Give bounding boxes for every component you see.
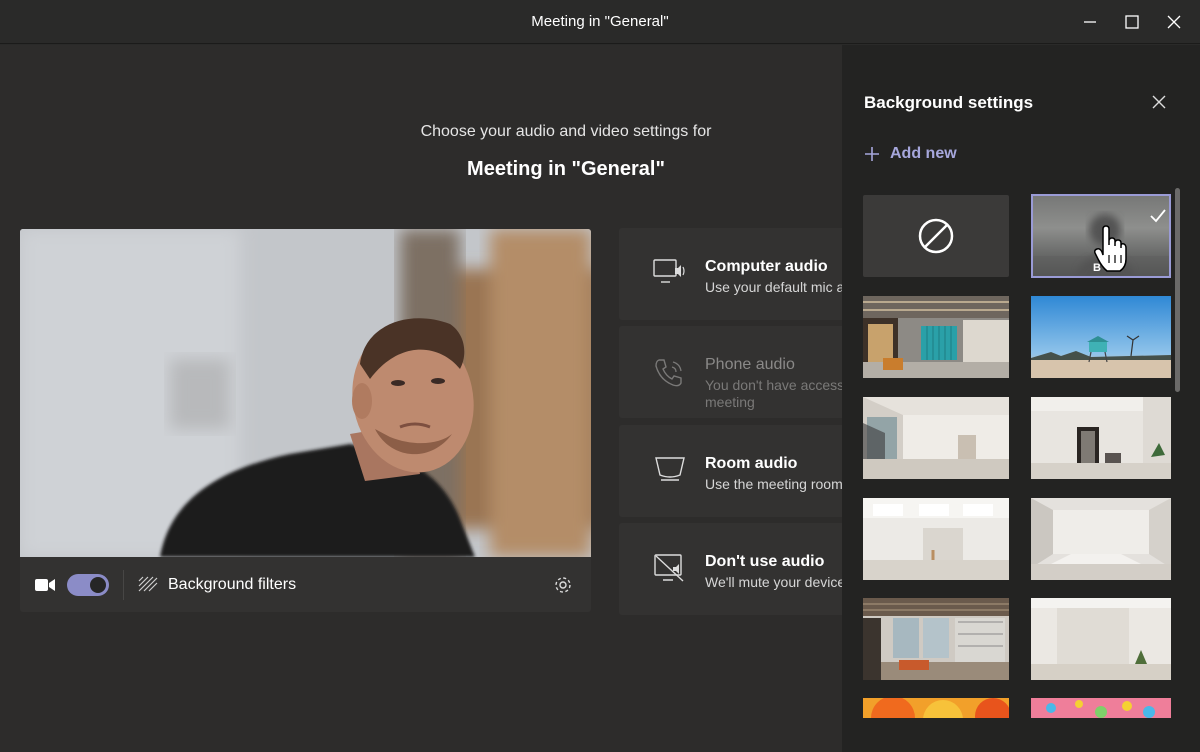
divider bbox=[123, 569, 124, 600]
camera-feed-person bbox=[20, 229, 591, 557]
plus-icon bbox=[865, 147, 879, 161]
close-panel-button[interactable] bbox=[1146, 89, 1172, 115]
room-audio-icon bbox=[653, 455, 687, 490]
background-thumbnail bbox=[863, 498, 1009, 580]
audio-option-description: You don't have access to phone audio for… bbox=[705, 377, 842, 411]
audio-option-phone: Phone audio You don't have access to pho… bbox=[619, 326, 842, 418]
no-audio-icon bbox=[653, 553, 687, 590]
settings-prompt: Choose your audio and video settings for bbox=[420, 123, 712, 140]
background-thumbnail bbox=[1031, 598, 1171, 680]
background-thumbnail bbox=[1031, 698, 1171, 718]
panel-scrollbar[interactable] bbox=[1175, 188, 1180, 392]
no-background-icon bbox=[918, 218, 954, 254]
settings-gear-icon[interactable] bbox=[553, 575, 573, 595]
background-option-white-room-window[interactable] bbox=[863, 397, 1009, 479]
background-thumbnail bbox=[863, 397, 1009, 479]
background-option-orange-spheres[interactable] bbox=[863, 698, 1009, 718]
prejoin-screen: Choose your audio and video settings for… bbox=[0, 45, 842, 752]
background-thumbnail bbox=[1031, 498, 1171, 580]
background-thumbnail bbox=[863, 296, 1009, 378]
audio-option-label: Computer audio bbox=[705, 258, 828, 275]
close-icon bbox=[1152, 95, 1166, 109]
background-option-beach-lifeguard-tower[interactable] bbox=[1031, 296, 1171, 378]
video-preview-card: Background filters bbox=[20, 229, 591, 612]
audio-option-label: Phone audio bbox=[705, 356, 795, 373]
title-bar: Meeting in "General" bbox=[0, 0, 1200, 44]
background-option-none[interactable] bbox=[863, 195, 1009, 277]
toggle-knob bbox=[90, 576, 106, 593]
meeting-title: Meeting in "General" bbox=[467, 158, 665, 180]
background-option-white-room-mirror[interactable] bbox=[1031, 397, 1171, 479]
phone-audio-icon bbox=[653, 356, 687, 395]
background-option-office-lockers[interactable] bbox=[863, 296, 1009, 378]
hand-pointer-icon bbox=[1093, 225, 1127, 278]
background-thumbnail bbox=[1031, 296, 1171, 378]
audio-option-description: Use the meeting room's audio bbox=[705, 476, 842, 492]
background-thumbnail bbox=[863, 698, 1009, 718]
close-window-button[interactable] bbox=[1154, 0, 1194, 44]
computer-audio-icon bbox=[653, 258, 687, 293]
background-settings-panel: Background settings Add new B bbox=[842, 45, 1200, 752]
audio-option-label: Don't use audio bbox=[705, 553, 825, 570]
audio-option-none[interactable]: Don't use audio We'll mute your device bbox=[619, 523, 842, 615]
background-option-white-studio[interactable] bbox=[1031, 498, 1171, 580]
minimize-icon bbox=[1084, 21, 1096, 23]
camera-toggle[interactable] bbox=[67, 573, 109, 596]
window-title: Meeting in "General" bbox=[531, 13, 669, 30]
camera-preview bbox=[20, 229, 591, 557]
background-filters-button[interactable]: Background filters bbox=[168, 576, 296, 594]
audio-option-description: Use your default mic and speakers bbox=[705, 279, 842, 295]
audio-option-room[interactable]: Room audio Use the meeting room's audio bbox=[619, 425, 842, 517]
background-option-colorful-balls[interactable] bbox=[1031, 698, 1171, 718]
audio-option-description-line1: You don't have access to phone audio for… bbox=[705, 377, 842, 393]
background-filters-icon bbox=[138, 576, 158, 594]
maximize-icon bbox=[1125, 15, 1139, 29]
background-option-white-loft[interactable] bbox=[863, 498, 1009, 580]
video-controls-bar: Background filters bbox=[20, 557, 591, 612]
background-thumbnail bbox=[863, 598, 1009, 680]
panel-title: Background settings bbox=[864, 93, 1034, 112]
background-thumbnail bbox=[1031, 397, 1171, 479]
background-option-industrial-loft[interactable] bbox=[863, 598, 1009, 680]
add-new-label: Add new bbox=[890, 145, 957, 162]
background-option-white-wall-room[interactable] bbox=[1031, 598, 1171, 680]
audio-option-description-line2: meeting bbox=[705, 394, 755, 410]
audio-option-description: We'll mute your device bbox=[705, 574, 842, 590]
close-icon bbox=[1167, 15, 1181, 29]
minimize-button[interactable] bbox=[1070, 0, 1110, 44]
maximize-button[interactable] bbox=[1112, 0, 1152, 44]
audio-option-computer[interactable]: Computer audio Use your default mic and … bbox=[619, 228, 842, 320]
video-camera-icon bbox=[35, 578, 55, 592]
audio-option-label: Room audio bbox=[705, 455, 798, 472]
add-new-button[interactable]: Add new bbox=[864, 145, 957, 163]
